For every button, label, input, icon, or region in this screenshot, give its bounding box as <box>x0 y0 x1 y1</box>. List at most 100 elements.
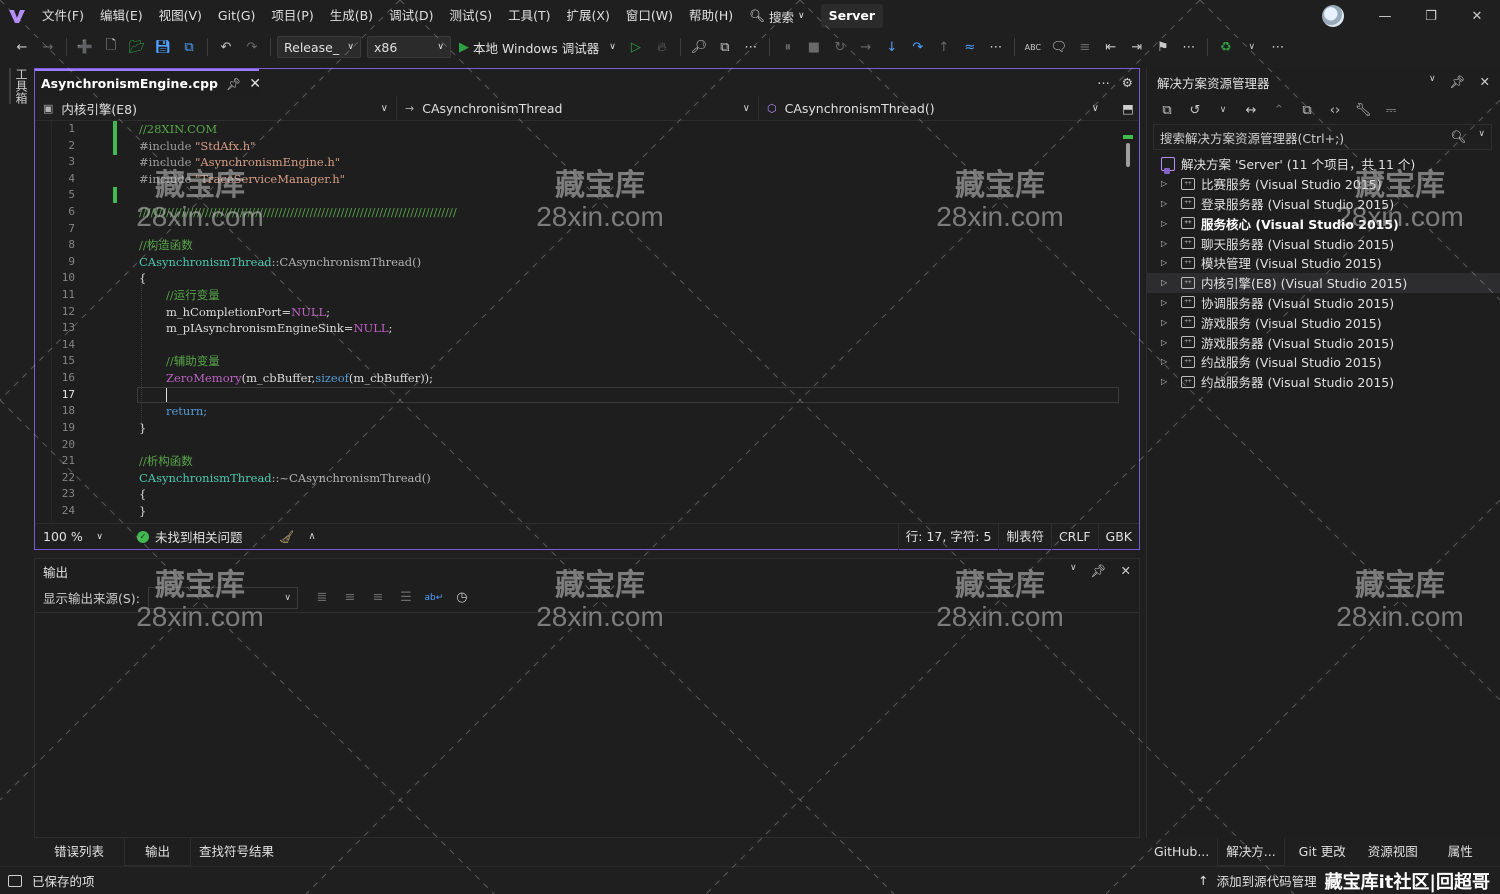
expand-arrow-icon[interactable]: ▷ <box>1161 318 1175 327</box>
scrollbar-thumb[interactable] <box>1126 143 1130 167</box>
tab-resource-view[interactable]: 资源视图 <box>1354 838 1426 866</box>
project-dropdown[interactable]: ▣ 内核引擎(E8) ∨ <box>35 95 397 121</box>
menu-project[interactable]: 项目(P) <box>263 0 321 32</box>
close-icon[interactable]: ✕ <box>1480 74 1490 90</box>
uncomment-icon[interactable]: ≡ <box>1073 35 1097 59</box>
line-ending[interactable]: CRLF <box>1050 523 1098 550</box>
chevron-down-icon[interactable]: ∨ <box>1211 98 1235 122</box>
project-node[interactable]: ▷ ++ 约战服务 (Visual Studio 2015) <box>1147 352 1500 372</box>
project-node[interactable]: ▷ ++ 比赛服务 (Visual Studio 2015) <box>1147 174 1500 194</box>
toolbar-overflow-icon[interactable]: ⋯ <box>1177 35 1201 59</box>
chevron-down-icon[interactable]: ∨ <box>1240 35 1264 59</box>
pin-icon[interactable]: 📌︎ <box>1091 563 1107 579</box>
preview-icon[interactable]: ⎓ <box>1379 98 1403 122</box>
chevron-down-icon[interactable]: ∨ <box>1429 74 1436 90</box>
tab-output[interactable]: 输出 <box>124 838 192 866</box>
expand-arrow-icon[interactable]: ▷ <box>1161 338 1175 347</box>
expand-arrow-icon[interactable]: ▷ <box>1161 298 1175 307</box>
solution-root[interactable]: 解决方案 'Server' (11 个项目，共 11 个) <box>1147 154 1500 174</box>
code-text-area[interactable]: 1 2 3 4 5 6 7 8 9 10 11 12 13 14 15 16 17 18 19 20 21 22 23 24 … <box>35 121 1139 525</box>
live-share-icon[interactable]: ♻︎ <box>1214 35 1238 59</box>
toolbar-overflow-icon[interactable]: ⋯ <box>1266 35 1290 59</box>
expand-arrow-icon[interactable]: ▷ <box>1161 377 1175 386</box>
file-encoding[interactable]: GBK <box>1097 523 1139 550</box>
tab-properties[interactable]: 属性 <box>1426 838 1481 866</box>
new-project-icon[interactable]: ➕ <box>73 35 97 59</box>
pin-icon[interactable]: 📌︎ <box>226 77 241 91</box>
decrease-indent-icon[interactable]: ⇤ <box>1099 35 1123 59</box>
configuration-dropdown[interactable]: Release_ ∨ <box>277 36 361 58</box>
notifications-icon[interactable] <box>8 874 22 887</box>
platform-dropdown[interactable]: x86 ∨ <box>367 36 451 58</box>
solution-search-box[interactable]: 搜索解决方案资源管理器(Ctrl+;) 🔍︎ ∨ <box>1153 124 1492 150</box>
wrench-icon[interactable]: 🔧︎ <box>1351 98 1375 122</box>
clock-icon[interactable]: ◷ <box>450 586 474 610</box>
redo-icon[interactable]: ↷ <box>240 35 264 59</box>
undo-icon[interactable]: ↶ <box>214 35 238 59</box>
sync-icon[interactable]: ↔ <box>1239 98 1263 122</box>
step-into-icon[interactable]: ↓ <box>880 35 904 59</box>
solution-name-badge[interactable]: Server <box>820 4 884 28</box>
expand-arrow-icon[interactable]: ▷ <box>1161 219 1175 228</box>
chevron-down-icon[interactable]: ∨ <box>1478 129 1485 145</box>
account-avatar[interactable] <box>1322 5 1344 27</box>
menu-debug[interactable]: 调试(D) <box>381 0 441 32</box>
menu-file[interactable]: 文件(F) <box>34 0 92 32</box>
expand-arrow-icon[interactable]: ▷ <box>1161 179 1175 188</box>
minimize-button[interactable]: — <box>1362 0 1408 32</box>
tab-github[interactable]: GitHub... <box>1146 838 1217 866</box>
close-icon[interactable]: ✕ <box>1121 563 1131 579</box>
indent-mode[interactable]: 制表符 <box>998 523 1051 550</box>
find-in-files-icon[interactable]: 🔎︎ <box>687 35 711 59</box>
open-icon[interactable]: 📂︎ <box>125 35 149 59</box>
tab-error-list[interactable]: 错误列表 <box>34 838 124 866</box>
save-icon[interactable]: 💾︎ <box>151 35 175 59</box>
expand-arrow-icon[interactable]: ▷ <box>1161 357 1175 366</box>
stop-debugging-icon[interactable]: ■ <box>802 35 826 59</box>
comment-icon[interactable]: 🗨︎ <box>1047 35 1071 59</box>
gear-icon[interactable]: ⚙ <box>1122 75 1133 90</box>
browse-icon[interactable]: ⧉ <box>713 35 737 59</box>
toolbar-overflow-icon[interactable]: ⋯ <box>739 35 763 59</box>
code-cleanup-icon[interactable]: 🧹︎ <box>279 529 295 545</box>
menu-edit[interactable]: 编辑(E) <box>92 0 151 32</box>
tab-overflow-icon[interactable]: ⋯ <box>1097 75 1110 90</box>
navigate-back-icon[interactable]: ← <box>10 35 34 59</box>
new-file-icon[interactable]: 🗋︎ <box>99 35 123 59</box>
show-all-files-icon[interactable]: ⧉ <box>1295 98 1319 122</box>
switch-view-icon[interactable]: ⧉ <box>1155 98 1179 122</box>
menu-extensions[interactable]: 扩展(X) <box>559 0 618 32</box>
menu-build[interactable]: 生成(B) <box>322 0 381 32</box>
zoom-dropdown[interactable]: 100 % ∨ <box>35 524 111 550</box>
toolbox-tab[interactable]: 工具箱 <box>9 68 30 104</box>
restore-button[interactable]: ❐ <box>1408 0 1454 32</box>
show-next-statement-icon[interactable]: → <box>854 35 878 59</box>
diagnostics-icon[interactable]: ≈ <box>958 35 982 59</box>
increase-indent-icon[interactable]: ⇥ <box>1125 35 1149 59</box>
menu-test[interactable]: 测试(S) <box>441 0 500 32</box>
split-window-icon[interactable]: ⬒ <box>1117 101 1139 116</box>
word-wrap-icon[interactable]: ab↵ <box>422 586 446 610</box>
project-node[interactable]: ▷ ++ 游戏服务器 (Visual Studio 2015) <box>1147 332 1500 352</box>
start-without-debugging-icon[interactable]: ▷ <box>624 35 648 59</box>
visual-studio-logo-icon[interactable] <box>0 0 34 32</box>
project-node[interactable]: ▷ ++ 聊天服务器 (Visual Studio 2015) <box>1147 233 1500 253</box>
navigate-forward-icon[interactable]: → <box>36 35 60 59</box>
menu-view[interactable]: 视图(V) <box>151 0 210 32</box>
menu-help[interactable]: 帮助(H) <box>681 0 741 32</box>
step-out-icon[interactable]: ↑ <box>932 35 956 59</box>
pin-icon[interactable]: 📌︎ <box>1450 74 1466 90</box>
tab-git-changes[interactable]: Git 更改 <box>1285 838 1354 866</box>
toolbar-overflow-icon[interactable]: ⋯ <box>984 35 1008 59</box>
project-node[interactable]: ▷ ++ 服务核心 (Visual Studio 2015) <box>1147 213 1500 233</box>
restart-icon[interactable]: ↻ <box>828 35 852 59</box>
menu-window[interactable]: 窗口(W) <box>618 0 681 32</box>
break-all-icon[interactable]: ⏸︎ <box>776 35 800 59</box>
spell-check-icon[interactable]: ABC <box>1021 35 1045 59</box>
member-dropdown[interactable]: ⬡ CAsynchronismThread() ∨ <box>759 96 1107 121</box>
search-icon[interactable]: 🔍︎ <box>1451 129 1467 145</box>
expand-arrow-icon[interactable]: ▷ <box>1161 258 1175 267</box>
expand-arrow-icon[interactable]: ▷ <box>1161 199 1175 208</box>
menu-git[interactable]: Git(G) <box>210 0 264 32</box>
code-icon[interactable]: ‹› <box>1323 98 1347 122</box>
